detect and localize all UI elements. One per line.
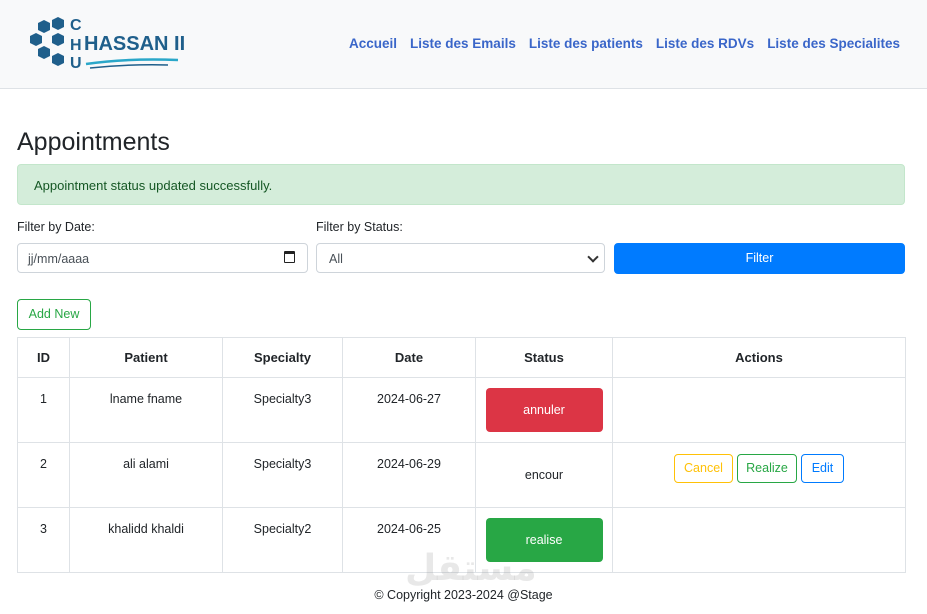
cell-actions (612, 507, 906, 573)
cell-id: 2 (17, 442, 70, 508)
cell-id: 3 (17, 507, 70, 573)
appointments-table: ID Patient Specialty Date Status Actions… (17, 337, 906, 573)
column-header-patient: Patient (69, 337, 223, 378)
cell-date: 2024-06-27 (342, 377, 476, 443)
nav-link-patients[interactable]: Liste des patients (529, 36, 643, 51)
column-header-status: Status (475, 337, 613, 378)
cancel-button[interactable]: Cancel (674, 454, 733, 483)
logo-letter-c: C (70, 17, 82, 34)
status-selected-value: All (329, 252, 343, 266)
date-filter-input[interactable]: jj/mm/aaaa (17, 243, 308, 273)
nav-link-rdvs[interactable]: Liste des RDVs (656, 36, 754, 51)
cell-patient: lname fname (69, 377, 223, 443)
status-badge: annuler (485, 388, 603, 432)
row-actions: Cancel Realize Edit (613, 454, 905, 483)
nav-link-specialites[interactable]: Liste des Specialites (767, 36, 900, 51)
status-text: encour (524, 468, 564, 482)
cell-patient: ali alami (69, 442, 223, 508)
table-header-row: ID Patient Specialty Date Status Actions (17, 337, 906, 378)
cell-status: encour (475, 442, 613, 508)
calendar-icon[interactable] (284, 251, 295, 263)
success-alert: Appointment status updated successfully. (17, 164, 905, 205)
nav-link-emails[interactable]: Liste des Emails (410, 36, 516, 51)
footer-copyright: © Copyright 2023-2024 @Stage (374, 588, 553, 602)
date-placeholder: jj/mm/aaaa (28, 252, 90, 266)
cell-specialty: Specialty3 (222, 377, 343, 443)
table-row: 1 lname fname Specialty3 2024-06-27 annu… (17, 377, 906, 443)
add-new-button[interactable]: Add New (17, 299, 91, 330)
logo-text: HASSAN II (84, 33, 185, 55)
filter-button[interactable]: Filter (614, 243, 905, 274)
column-header-specialty: Specialty (222, 337, 343, 378)
column-header-date: Date (342, 337, 476, 378)
logo-letter-u: U (70, 55, 82, 72)
page-title: Appointments (17, 128, 170, 156)
column-header-actions: Actions (612, 337, 906, 378)
navbar: C H U HASSAN II Accueil Liste des Emails… (0, 0, 927, 89)
cell-id: 1 (17, 377, 70, 443)
realize-button[interactable]: Realize (737, 454, 797, 483)
cell-specialty: Specialty3 (222, 442, 343, 508)
nav-links: Accueil Liste des Emails Liste des patie… (349, 36, 900, 51)
edit-button[interactable]: Edit (801, 454, 844, 483)
chevron-down-icon (587, 251, 599, 263)
table-row: 2 ali alami Specialty3 2024-06-29 encour… (17, 442, 906, 508)
column-header-id: ID (17, 337, 70, 378)
cell-patient: khalidd khaldi (69, 507, 223, 573)
chu-hassan-logo[interactable]: C H U HASSAN II (28, 14, 193, 72)
cell-actions (612, 377, 906, 443)
cell-specialty: Specialty2 (222, 507, 343, 573)
nav-link-accueil[interactable]: Accueil (349, 36, 397, 51)
status-filter-select[interactable]: All (316, 243, 605, 273)
date-filter-label: Filter by Date: (17, 220, 95, 234)
status-filter-label: Filter by Status: (316, 220, 403, 234)
logo-letter-h: H (70, 37, 82, 54)
cell-status: annuler (475, 377, 613, 443)
cell-actions: Cancel Realize Edit (612, 442, 906, 508)
cell-date: 2024-06-29 (342, 442, 476, 508)
watermark-logo: مستقل (405, 548, 537, 589)
